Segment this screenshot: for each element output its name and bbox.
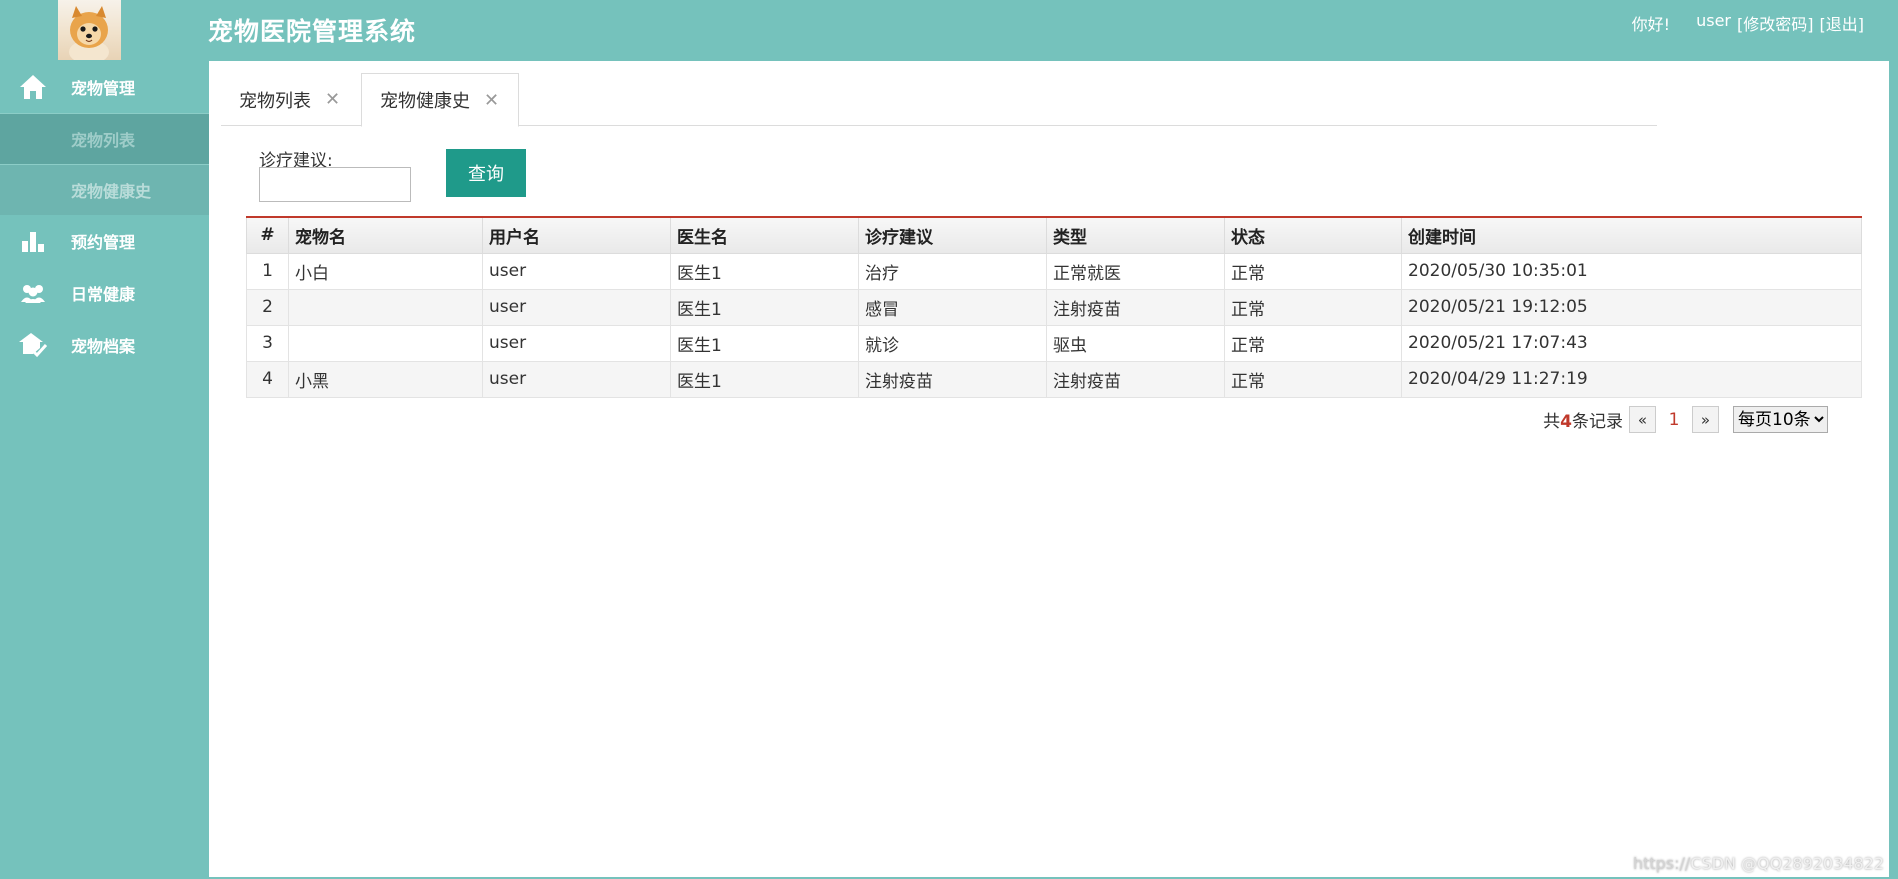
column-header[interactable]: #: [246, 216, 289, 254]
column-header[interactable]: 医生名: [670, 216, 859, 254]
logout-link[interactable]: [退出]: [1820, 11, 1865, 35]
column-header[interactable]: 用户名: [482, 216, 671, 254]
cell-index: 2: [246, 288, 289, 326]
sidebar-item-daily-health[interactable]: 日常健康: [0, 267, 209, 319]
home-icon: [18, 72, 48, 102]
logo-dog-image: [58, 0, 121, 60]
username-text: user: [1696, 11, 1731, 30]
sidebar-item-label: 宠物档案: [71, 337, 136, 356]
cell-pet-name: 小黑: [288, 360, 483, 398]
house-check-icon: [18, 330, 48, 360]
cell-status: 正常: [1224, 252, 1402, 290]
page-size-select[interactable]: 每页10条: [1733, 406, 1828, 433]
next-page-button[interactable]: »: [1692, 406, 1719, 433]
column-header[interactable]: 诊疗建议: [858, 216, 1047, 254]
cell-doctor-name: 医生1: [670, 252, 859, 290]
treatment-advice-input[interactable]: [259, 167, 411, 202]
cell-advice: 感冒: [858, 288, 1047, 326]
sidebar-item-label: 预约管理: [71, 233, 136, 252]
cell-doctor-name: 医生1: [670, 288, 859, 326]
change-password-link[interactable]: [修改密码]: [1737, 11, 1814, 35]
column-header[interactable]: 创建时间: [1401, 216, 1862, 254]
tab-label: 宠物列表: [239, 90, 311, 112]
cell-doctor-name: 医生1: [670, 324, 859, 362]
table-row[interactable]: 4 小黑 user 医生1 注射疫苗 注射疫苗 正常 2020/04/29 11…: [246, 360, 1862, 398]
cell-advice: 注射疫苗: [858, 360, 1047, 398]
sidebar-item-label: 宠物管理: [71, 79, 136, 98]
cell-status: 正常: [1224, 288, 1402, 326]
tab-pet-health-history[interactable]: 宠物健康史 ✕: [361, 73, 519, 127]
cell-username: user: [482, 252, 671, 290]
cell-username: user: [482, 288, 671, 326]
cell-created-time: 2020/05/30 10:35:01: [1401, 252, 1862, 290]
users-icon: [18, 278, 48, 308]
sidebar-subitem-pet-list[interactable]: 宠物列表: [0, 113, 209, 164]
tab-bar: 宠物列表 ✕ 宠物健康史 ✕: [221, 73, 1657, 127]
sidebar-item-label: 日常健康: [71, 285, 136, 304]
table-row[interactable]: 2 user 医生1 感冒 注射疫苗 正常 2020/05/21 19:12:0…: [246, 288, 1862, 326]
cell-type: 注射疫苗: [1046, 360, 1225, 398]
query-button[interactable]: 查询: [446, 149, 526, 197]
cell-advice: 就诊: [858, 324, 1047, 362]
cell-type: 注射疫苗: [1046, 288, 1225, 326]
user-area: 你好! user [修改密码] [退出]: [1632, 11, 1864, 35]
health-history-table: # 宠物名 用户名 医生名 诊疗建议 类型 状态 创建时间 1 小白 user …: [246, 216, 1862, 398]
cell-status: 正常: [1224, 360, 1402, 398]
sidebar: 宠物管理 宠物列表 宠物健康史 预约管理 日常健康 宠物档案: [0, 61, 209, 879]
cell-pet-name: [288, 288, 483, 326]
cell-index: 4: [246, 360, 289, 398]
cell-pet-name: [288, 324, 483, 362]
sidebar-subitem-pet-health-history[interactable]: 宠物健康史: [0, 164, 209, 215]
prev-page-button[interactable]: «: [1629, 406, 1656, 433]
record-count: 共4条记录: [1543, 412, 1623, 432]
table-row[interactable]: 1 小白 user 医生1 治疗 正常就医 正常 2020/05/30 10:3…: [246, 252, 1862, 290]
tab-pet-list[interactable]: 宠物列表 ✕: [239, 73, 340, 126]
column-header[interactable]: 类型: [1046, 216, 1225, 254]
bar-chart-icon: [18, 226, 48, 256]
cell-username: user: [482, 324, 671, 362]
cell-pet-name: 小白: [288, 252, 483, 290]
greeting-text: 你好!: [1631, 15, 1671, 34]
close-icon[interactable]: ✕: [325, 89, 340, 110]
watermark: https://CSDN @QQ2892034822: [1632, 854, 1884, 873]
cell-created-time: 2020/04/29 11:27:19: [1401, 360, 1862, 398]
top-bar: 宠物医院管理系统 你好! user [修改密码] [退出]: [0, 0, 1898, 61]
cell-advice: 治疗: [858, 252, 1047, 290]
cell-created-time: 2020/05/21 19:12:05: [1401, 288, 1862, 326]
cell-username: user: [482, 360, 671, 398]
column-header[interactable]: 状态: [1224, 216, 1402, 254]
cell-type: 驱虫: [1046, 324, 1225, 362]
sidebar-item-pet-management[interactable]: 宠物管理: [0, 61, 209, 113]
cell-status: 正常: [1224, 324, 1402, 362]
main-panel: 宠物列表 ✕ 宠物健康史 ✕ 诊疗建议: 查询 # 宠物名 用户名 医生名 诊疗…: [209, 61, 1889, 877]
table-row[interactable]: 3 user 医生1 就诊 驱虫 正常 2020/05/21 17:07:43: [246, 324, 1862, 362]
cell-doctor-name: 医生1: [670, 360, 859, 398]
total-count: 4: [1560, 412, 1572, 432]
tab-label: 宠物健康史: [380, 91, 470, 112]
pagination: 共4条记录 « 1 » 每页10条: [1543, 406, 1828, 433]
cell-index: 1: [246, 252, 289, 290]
sidebar-item-appointment-management[interactable]: 预约管理: [0, 215, 209, 267]
cell-type: 正常就医: [1046, 252, 1225, 290]
cell-index: 3: [246, 324, 289, 362]
close-icon[interactable]: ✕: [484, 90, 499, 111]
page-1-link[interactable]: 1: [1662, 410, 1686, 430]
sidebar-item-pet-records[interactable]: 宠物档案: [0, 319, 209, 371]
cell-created-time: 2020/05/21 17:07:43: [1401, 324, 1862, 362]
app-title: 宠物医院管理系统: [208, 17, 417, 46]
table-header-row: # 宠物名 用户名 医生名 诊疗建议 类型 状态 创建时间: [246, 216, 1862, 254]
column-header[interactable]: 宠物名: [288, 216, 483, 254]
